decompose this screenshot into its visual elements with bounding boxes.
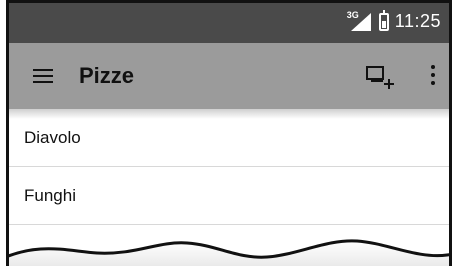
list-item[interactable]: Diavolo	[9, 109, 449, 167]
signal-icon: 3G	[346, 9, 373, 32]
list-item[interactable]: Funghi	[9, 167, 449, 225]
network-type-label: 3G	[346, 9, 359, 20]
battery-icon	[378, 9, 389, 31]
list-item-label: Diavolo	[24, 127, 81, 147]
pizza-list: Diavolo Funghi	[9, 109, 449, 225]
add-to-list-icon[interactable]	[365, 65, 395, 91]
status-bar: 3G 11:25	[9, 3, 449, 43]
list-item-label: Funghi	[24, 185, 76, 205]
app-toolbar: Pizze	[9, 43, 449, 109]
more-vert-icon[interactable]	[429, 65, 437, 89]
page-title: Pizze	[79, 63, 135, 88]
status-icons: 3G 11:25	[346, 9, 441, 32]
phone-screen: 3G 11:25 Pizze Diavolo Funghi	[6, 0, 452, 266]
menu-icon[interactable]	[33, 69, 53, 83]
torn-edge-decoration	[9, 239, 449, 266]
clock: 11:25	[394, 11, 441, 31]
